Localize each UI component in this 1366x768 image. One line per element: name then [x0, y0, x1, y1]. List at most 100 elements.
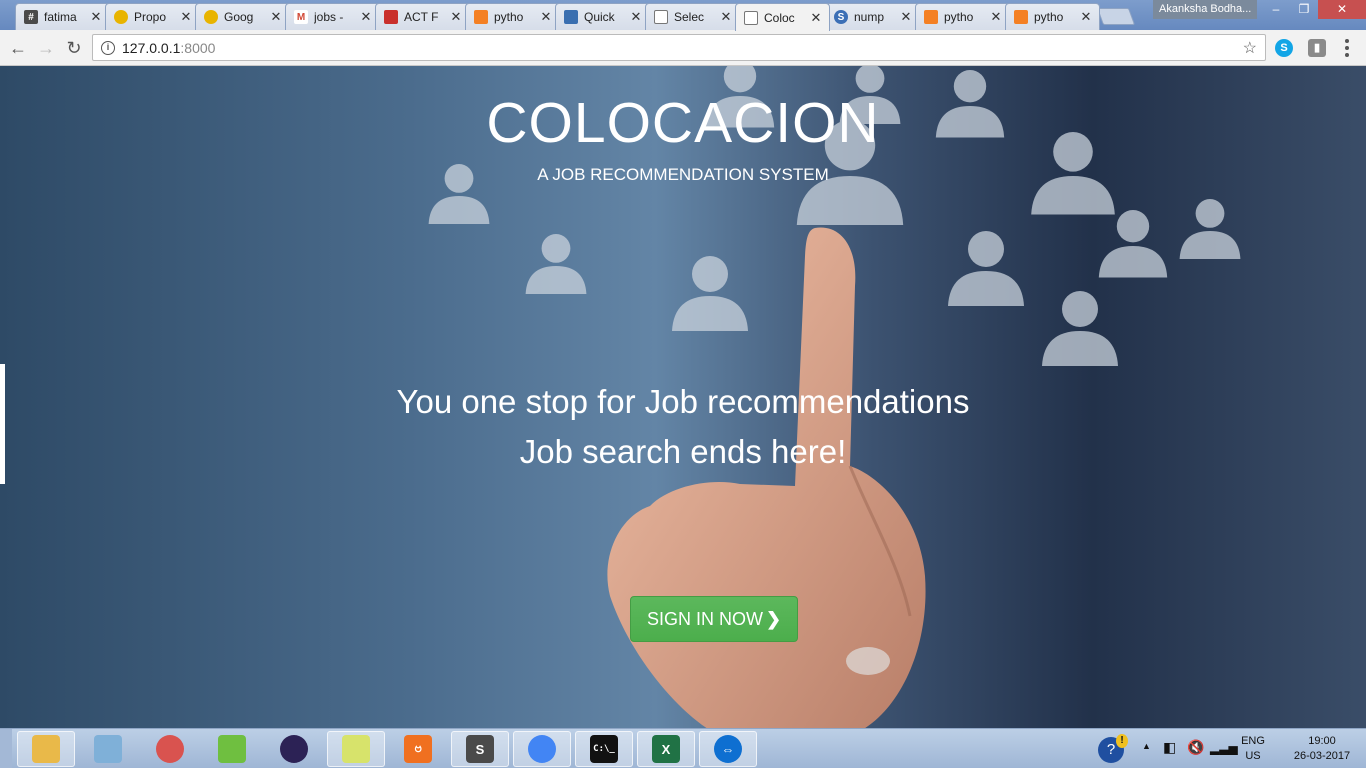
browser-tab[interactable]: pytho ✕	[1005, 3, 1100, 30]
person-silhouette-head	[541, 234, 571, 263]
brand-title: COLOCACION	[486, 91, 880, 155]
network-device-icon[interactable]: ◧	[1163, 739, 1176, 756]
excel-icon: X	[652, 735, 680, 763]
show-hidden-icons-icon[interactable]: ▲	[1142, 741, 1151, 751]
address-bar[interactable]: i 127.0.0.1:8000 ☆	[92, 34, 1266, 61]
brand-tagline: A JOB RECOMMENDATION SYSTEM	[537, 165, 829, 184]
stack-icon	[474, 10, 488, 24]
tab-title: Goog	[224, 10, 254, 24]
chrome-menu-icon[interactable]	[1344, 39, 1350, 57]
taskbar-xampp-button[interactable]: ဗ	[389, 731, 447, 767]
notepad-icon	[94, 735, 122, 763]
clock-time: 19:00	[1308, 735, 1336, 747]
taskbar-cmd-button[interactable]: C:\_	[575, 731, 633, 767]
tab-title: fatima	[44, 10, 77, 24]
volume-muted-icon[interactable]: 🔇	[1187, 739, 1204, 756]
browser-tab[interactable]: Coloc ✕	[735, 3, 830, 31]
close-tab-icon[interactable]: ✕	[539, 9, 553, 25]
browser-tab[interactable]: ACT F ✕	[375, 3, 470, 30]
browser-toolbar: ← → ↻ i 127.0.0.1:8000 ☆ S ▮	[0, 30, 1366, 66]
tab-title: Propo	[134, 10, 167, 24]
headline-line-1: You one stop for Job recommendations	[396, 383, 970, 420]
browser-tab[interactable]: pytho ✕	[465, 3, 560, 30]
coin-icon	[204, 10, 218, 24]
chrome-icon	[528, 735, 556, 763]
restore-button[interactable]: ❐	[1290, 0, 1318, 19]
folder-icon	[32, 735, 60, 763]
taskbar-notepad-button[interactable]	[79, 731, 137, 767]
language-indicator[interactable]: ENG US	[1236, 734, 1270, 764]
tab-title: Coloc	[764, 10, 795, 25]
taskbar-sublime-button[interactable]: S	[451, 731, 509, 767]
browser-tab[interactable]: Goog ✕	[195, 3, 290, 30]
bookmark-star-icon[interactable]: ☆	[1243, 38, 1257, 58]
sign-in-label: SIGN IN NOW	[646, 608, 763, 629]
back-button[interactable]: ←	[8, 38, 28, 58]
reload-button[interactable]: ↻	[64, 38, 84, 58]
person-silhouette-head	[855, 66, 885, 93]
skype-extension-icon[interactable]: S	[1275, 39, 1293, 57]
browser-tab[interactable]: # fatima ✕	[15, 3, 110, 30]
close-tab-icon[interactable]: ✕	[719, 9, 733, 25]
taskbar-eclipse-button[interactable]	[265, 731, 323, 767]
close-tab-icon[interactable]: ✕	[179, 9, 193, 25]
taskbar-explorer-button[interactable]	[17, 731, 75, 767]
person-silhouette-body	[1179, 231, 1241, 259]
teamviewer-icon: ⇔	[714, 735, 742, 763]
taskbar-teamviewer-button[interactable]: ⇔	[699, 731, 757, 767]
coin-icon	[114, 10, 128, 24]
browser-tab[interactable]: pytho ✕	[915, 3, 1010, 30]
headline-line-2: Job search ends here!	[519, 433, 847, 470]
close-window-button[interactable]: ✕	[1318, 0, 1366, 19]
tab-title: Quick	[584, 10, 615, 24]
spinner-icon	[156, 735, 184, 763]
stack-icon	[924, 10, 938, 24]
taskbar-notepadpp-button[interactable]	[203, 731, 261, 767]
browser-tab[interactable]: Snump ✕	[825, 3, 920, 30]
signal-bars-icon[interactable]: ▂▃▅	[1210, 741, 1238, 755]
chart-icon	[564, 10, 578, 24]
url-host: 127.0.0.1	[122, 39, 181, 56]
tab-title: pytho	[1034, 10, 1064, 24]
page-icon	[744, 10, 758, 25]
chevron-right-icon: ❯	[765, 608, 782, 629]
browser-tab[interactable]: Propo ✕	[105, 3, 200, 30]
close-tab-icon[interactable]: ✕	[1079, 9, 1093, 25]
close-tab-icon[interactable]: ✕	[899, 9, 913, 25]
tab-title: nump	[854, 10, 885, 24]
language-label: ENG	[1241, 735, 1265, 747]
close-tab-icon[interactable]: ✕	[89, 9, 103, 25]
tab-title: ACT F	[404, 10, 439, 24]
start-button[interactable]	[0, 729, 12, 768]
windows-taskbar: ? ! ▲ ◧ 🔇 ▂▃▅ ENG US 19:00 26-03-2017 ဗS…	[0, 728, 1366, 768]
close-tab-icon[interactable]: ✕	[809, 10, 823, 26]
stack-icon	[1014, 10, 1028, 24]
close-tab-icon[interactable]: ✕	[269, 9, 283, 25]
close-tab-icon[interactable]: ✕	[629, 9, 643, 25]
s-icon: S	[834, 10, 848, 24]
close-tab-icon[interactable]: ✕	[989, 9, 1003, 25]
new-tab-button[interactable]	[1096, 8, 1136, 25]
close-tab-icon[interactable]: ✕	[359, 9, 373, 25]
extension-icon[interactable]: ▮	[1308, 39, 1326, 57]
browser-tab[interactable]: Selec ✕	[645, 3, 740, 30]
sign-in-button[interactable]: SIGN IN NOW ❯	[630, 596, 798, 642]
close-tab-icon[interactable]: ✕	[449, 9, 463, 25]
taskbar-chrome-button[interactable]	[513, 731, 571, 767]
taskbar-excel-button[interactable]: X	[637, 731, 695, 767]
person-silhouette-head	[1195, 199, 1225, 228]
clock-date: 26-03-2017	[1293, 750, 1351, 762]
forward-button[interactable]: →	[36, 38, 56, 58]
taskbar-stickynotes-button[interactable]	[327, 731, 385, 767]
browser-tab[interactable]: Mjobs - ✕	[285, 3, 380, 30]
tab-title: pytho	[494, 10, 524, 24]
profile-button[interactable]: Akanksha Bodha...	[1153, 0, 1257, 19]
info-icon[interactable]: i	[101, 40, 115, 55]
taskbar-spinner-button[interactable]	[141, 731, 199, 767]
cmd-icon: C:\_	[590, 735, 618, 763]
browser-tab[interactable]: Quick ✕	[555, 3, 650, 30]
person-silhouette-body	[525, 266, 587, 294]
clock[interactable]: 19:00 26-03-2017	[1282, 734, 1362, 764]
minimize-button[interactable]: –	[1262, 0, 1290, 19]
tab-title: jobs -	[314, 10, 344, 24]
